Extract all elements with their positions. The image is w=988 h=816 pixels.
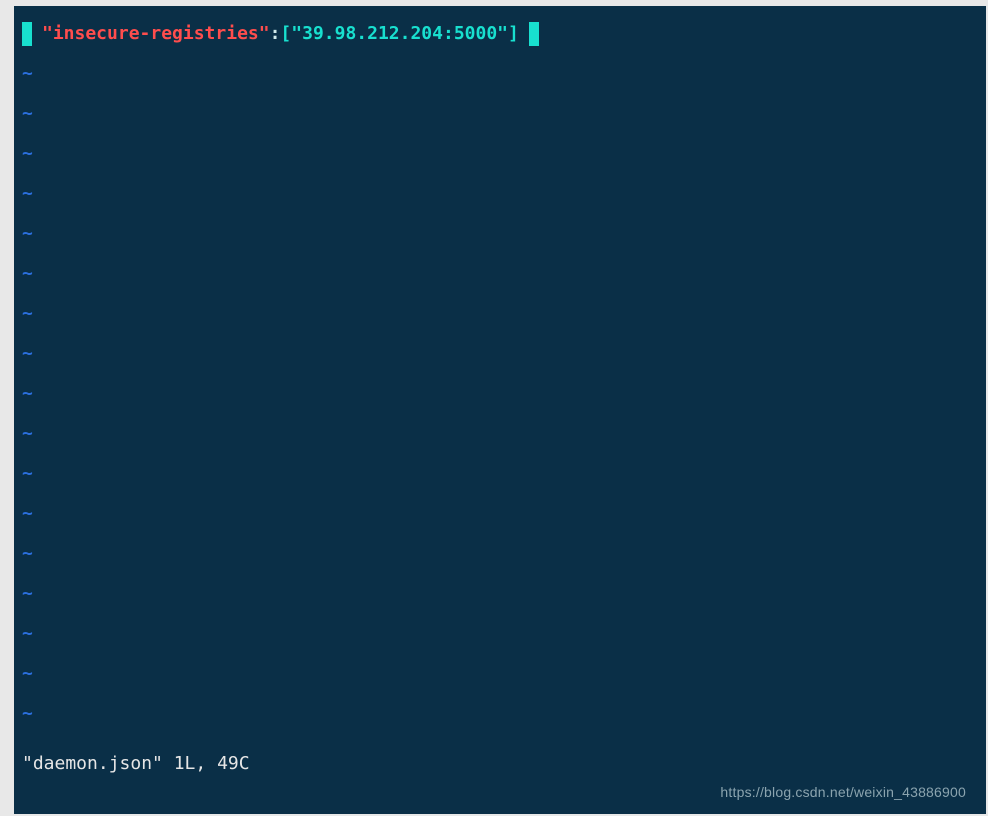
empty-line: ~ — [22, 534, 986, 574]
json-key: "insecure-registries" — [42, 14, 270, 54]
empty-line: ~ — [22, 614, 986, 654]
cursor-start — [22, 22, 32, 46]
json-value: "39.98.212.204:5000" — [291, 14, 508, 54]
cursor-end — [529, 22, 539, 46]
empty-line: ~ — [22, 94, 986, 134]
empty-line: ~ — [22, 254, 986, 294]
array-close: ] — [508, 14, 519, 54]
empty-line: ~ — [22, 454, 986, 494]
empty-line: ~ — [22, 694, 986, 734]
array-open: [ — [280, 14, 291, 54]
empty-line: ~ — [22, 214, 986, 254]
empty-line: ~ — [22, 374, 986, 414]
empty-line: ~ — [22, 494, 986, 534]
terminal-editor[interactable]: { "insecure-registries" : [ "39.98.212.2… — [14, 6, 986, 814]
empty-line: ~ — [22, 134, 986, 174]
watermark-text: https://blog.csdn.net/weixin_43886900 — [720, 784, 966, 800]
empty-line: ~ — [22, 334, 986, 374]
empty-line: ~ — [22, 574, 986, 614]
empty-line: ~ — [22, 294, 986, 334]
editor-content[interactable]: { "insecure-registries" : [ "39.98.212.2… — [14, 6, 986, 734]
empty-lines: ~~~~~~~~~~~~~~~~~ — [22, 54, 986, 734]
empty-line: ~ — [22, 54, 986, 94]
status-line: "daemon.json" 1L, 49C — [22, 753, 250, 774]
empty-line: ~ — [22, 414, 986, 454]
empty-line: ~ — [22, 654, 986, 694]
empty-line: ~ — [22, 174, 986, 214]
code-line-1[interactable]: { "insecure-registries" : [ "39.98.212.2… — [22, 14, 986, 54]
colon: : — [270, 14, 281, 54]
